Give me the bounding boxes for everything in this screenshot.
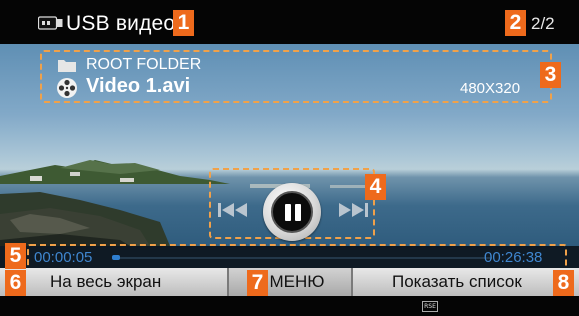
- file-name: Video 1.avi: [86, 75, 191, 97]
- bottom-bar: [0, 296, 579, 316]
- usb-icon: [38, 16, 63, 30]
- video-player-screen: USB видео 2/2 ROOT FOLDER Video 1.avi 48…: [0, 0, 579, 316]
- callout-8: 8: [553, 270, 574, 296]
- progress-outline: [27, 244, 567, 270]
- callout-5: 5: [5, 243, 26, 269]
- pause-icon: [271, 191, 313, 233]
- fast-forward-icon[interactable]: [338, 202, 368, 218]
- menu-divider: [227, 268, 229, 296]
- callout-2: 2: [505, 10, 526, 36]
- pause-bar-right: [295, 204, 301, 221]
- film-reel-icon: [57, 78, 77, 98]
- pause-bar-left: [285, 204, 291, 221]
- callout-6: 6: [5, 270, 26, 296]
- rewind-icon[interactable]: [218, 202, 248, 218]
- folder-icon: [58, 60, 76, 72]
- header-bar: USB видео 2/2: [0, 0, 579, 44]
- callout-3: 3: [540, 62, 561, 88]
- menu-divider: [351, 268, 353, 296]
- video-resolution: 480X320: [460, 80, 521, 97]
- folder-name: ROOT FOLDER: [86, 56, 202, 73]
- pause-button[interactable]: [263, 183, 321, 241]
- rse-badge: RSE: [422, 301, 438, 312]
- callout-4: 4: [365, 174, 386, 200]
- callout-1: 1: [173, 10, 194, 36]
- callout-7: 7: [247, 270, 268, 296]
- page-counter: 2/2: [531, 14, 555, 33]
- page-title: USB видео: [66, 12, 176, 35]
- fullscreen-button[interactable]: На весь экран: [0, 268, 228, 296]
- show-list-button[interactable]: Показать список: [352, 268, 579, 296]
